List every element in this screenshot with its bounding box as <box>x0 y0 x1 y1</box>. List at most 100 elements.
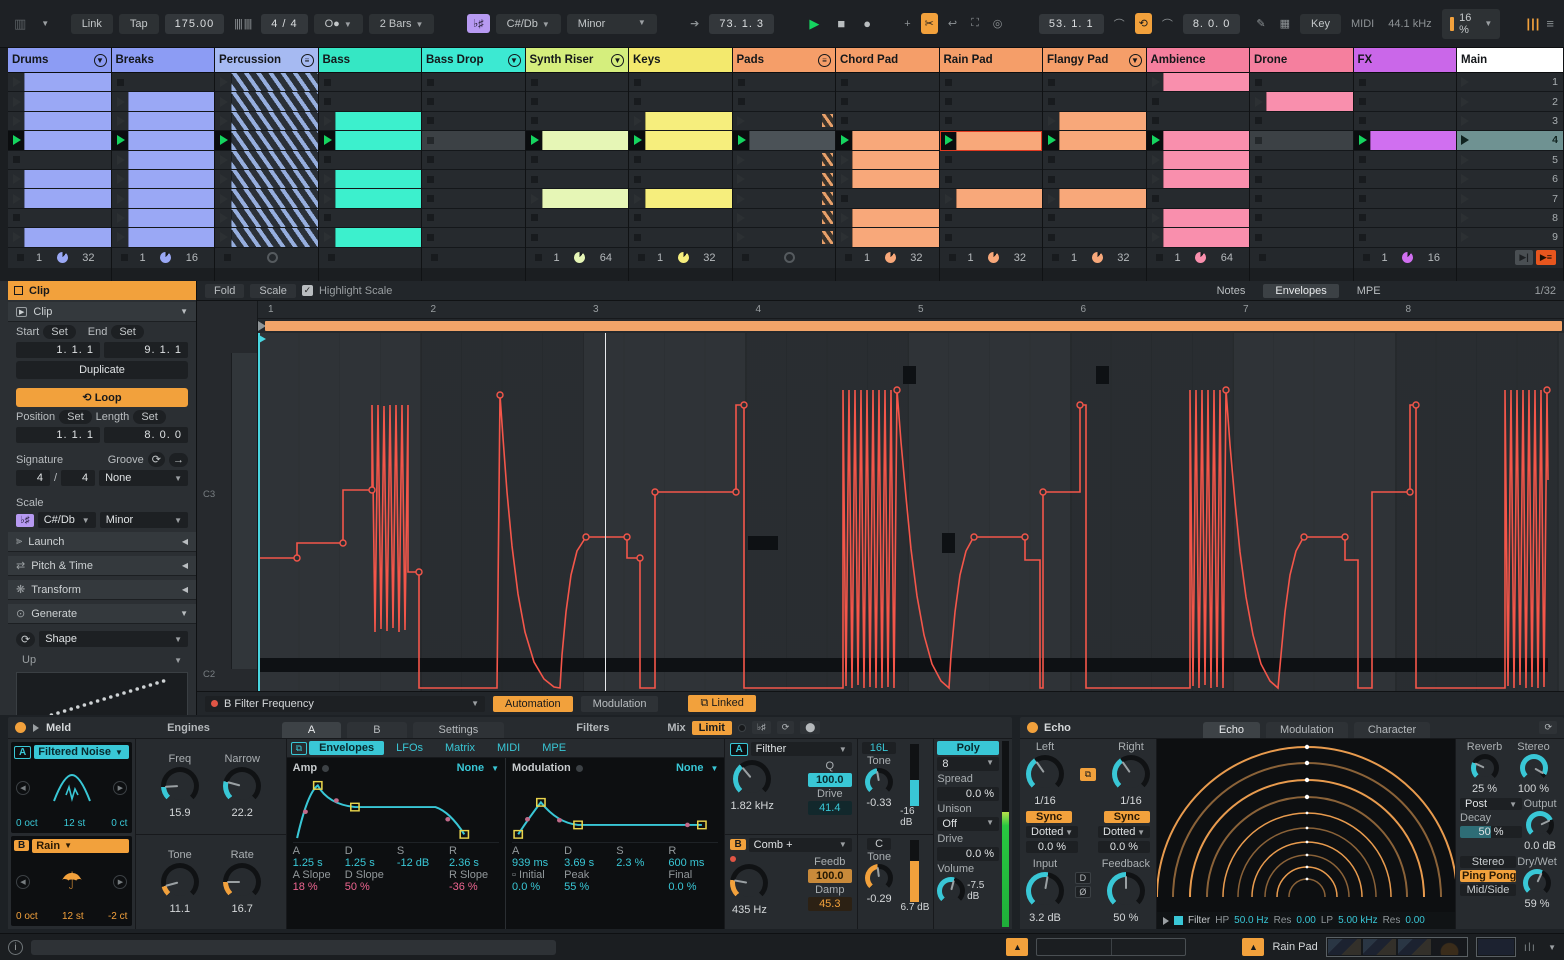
shape-type-menu[interactable]: Up ▼ <box>16 652 188 668</box>
punch-out-icon[interactable]: ⌒ <box>1158 12 1177 36</box>
clip-drums[interactable] <box>8 111 111 132</box>
clip-play-button[interactable] <box>836 228 852 246</box>
tab-envelopes[interactable]: Envelopes <box>1263 283 1339 298</box>
clip-play-button[interactable] <box>1147 209 1163 227</box>
clip-drums[interactable] <box>8 73 111 93</box>
engine-b-badge[interactable]: B <box>14 840 30 851</box>
echo-d-button[interactable]: D <box>1074 872 1091 884</box>
tone-knob[interactable] <box>160 862 199 901</box>
engine-a-octave[interactable]: 0 oct <box>16 818 38 829</box>
clip-breaks[interactable] <box>111 189 214 209</box>
amp-release[interactable]: 2.36 s <box>449 857 499 869</box>
midside-mode-button[interactable]: Mid/Side <box>1460 884 1516 896</box>
clip-slot[interactable] <box>422 189 525 209</box>
clip-slot[interactable] <box>1250 169 1353 190</box>
track-status-drums[interactable]: 1 32 <box>8 247 111 268</box>
clip-percussion[interactable] <box>215 73 318 93</box>
clip-slot[interactable] <box>422 150 525 170</box>
track-status-drone[interactable] <box>1250 247 1353 268</box>
clip-activator-checkbox[interactable] <box>14 286 23 295</box>
clip-play-button[interactable] <box>1147 73 1163 91</box>
computer-midi-keyboard-icon[interactable]: ▦ <box>1276 13 1294 34</box>
clip-bass[interactable] <box>318 169 421 190</box>
clip-playing-button[interactable] <box>525 131 542 150</box>
clip-play-button[interactable] <box>112 151 128 169</box>
clip-slot[interactable] <box>836 189 939 209</box>
mod-env-mode-menu[interactable]: None ▼ <box>676 762 718 774</box>
tab-engine-b[interactable]: B <box>347 722 407 738</box>
clip-rain-pad[interactable] <box>939 189 1042 209</box>
engine-b-cents[interactable]: -2 ct <box>108 911 127 922</box>
session-record-icon[interactable]: ⛶ <box>967 13 983 34</box>
clip-slot[interactable] <box>1353 228 1456 248</box>
echo-right-sync-button[interactable]: Sync <box>1103 811 1150 823</box>
filter-a-q-field[interactable]: 100.0 <box>807 773 852 787</box>
panel-selector-well[interactable] <box>1036 938 1187 956</box>
rate-knob[interactable] <box>223 862 262 901</box>
clip-slot[interactable] <box>939 208 1042 229</box>
mod-sustain[interactable]: 2.3 % <box>616 857 666 869</box>
subtab-midi[interactable]: MIDI <box>487 741 530 755</box>
clip-bass[interactable] <box>318 189 421 209</box>
fold-strip[interactable] <box>231 353 257 669</box>
subtab-envelopes[interactable]: Envelopes <box>309 741 385 755</box>
filter-a-type-menu[interactable]: Filther ▼ <box>750 742 852 756</box>
clip-percussion[interactable] <box>215 150 318 170</box>
clip-playing-button[interactable] <box>1146 131 1163 150</box>
scene-slot-7[interactable]: 7 <box>1457 189 1563 209</box>
clip-percussion[interactable] <box>215 169 318 190</box>
loop-length-field[interactable]: 8. 0. 0 <box>104 427 188 443</box>
show-device-panel-button[interactable]: ▲ <box>1242 938 1265 956</box>
clip-slot[interactable] <box>629 150 732 170</box>
clip-play-button[interactable] <box>8 112 24 130</box>
follow-button[interactable]: ➔ <box>686 13 703 34</box>
commit-groove-icon[interactable]: ⟳ <box>147 452 165 467</box>
clip-play-button[interactable] <box>8 73 24 91</box>
track-header-drone[interactable]: Drone <box>1250 48 1353 73</box>
clip-slot[interactable] <box>422 131 525 151</box>
env-link-icon[interactable]: ⧉ <box>290 741 308 755</box>
engine-a-semitones[interactable]: 12 st <box>64 818 86 829</box>
echo-left-offset-field[interactable]: 0.0 % <box>1026 841 1078 853</box>
clip-play-button[interactable] <box>1147 151 1163 169</box>
loop-toggle-button[interactable]: ⟲ <box>1134 13 1152 34</box>
tab-engine-a[interactable]: A <box>281 722 342 738</box>
clip-slot[interactable] <box>422 111 525 132</box>
scale-fold-button[interactable]: Scale <box>250 283 296 298</box>
clip-slot[interactable] <box>525 208 628 229</box>
tempo-field[interactable]: 175.00 <box>164 13 225 34</box>
clip-slot[interactable] <box>1043 169 1146 190</box>
echo-right-knob[interactable] <box>1112 755 1150 793</box>
filter-on-checkbox[interactable] <box>1174 916 1183 925</box>
clip-slot[interactable] <box>422 208 525 229</box>
arrangement-position-field[interactable]: 73. 1. 3 <box>709 13 775 34</box>
track-header-fx[interactable]: FX <box>1353 48 1456 73</box>
lock-icon[interactable]: ⬤ <box>800 721 821 734</box>
clip-slot[interactable] <box>422 228 525 248</box>
clip-playing-button[interactable] <box>8 131 24 150</box>
track-header-flangy-pad[interactable]: Flangy Pad ▼ <box>1043 48 1146 73</box>
clip-play-button[interactable] <box>1043 189 1059 207</box>
automation-parameter-menu[interactable]: B Filter Frequency ▼ <box>205 695 485 712</box>
clip-playing-button[interactable] <box>939 131 956 150</box>
metronome-icon[interactable]: |||| |||| <box>230 14 255 34</box>
track-status-keys[interactable]: 1 32 <box>629 247 732 268</box>
key-signature-icon[interactable]: ♭♯ <box>466 14 490 33</box>
voice-mode-button[interactable]: Poly <box>937 741 1000 755</box>
track-header-bass[interactable]: Bass <box>318 48 421 73</box>
meld-fold-icon[interactable] <box>33 723 39 732</box>
echo-tunnel-display[interactable] <box>1157 739 1455 912</box>
clip-slot[interactable] <box>1353 111 1456 132</box>
loop-brace[interactable] <box>265 321 1562 331</box>
loop-region[interactable] <box>258 319 1564 333</box>
amp-release-slope[interactable]: -36 % <box>449 881 499 893</box>
automation-arm-button[interactable]: ✂︎ <box>920 13 938 34</box>
clip-ambience[interactable] <box>1146 228 1249 248</box>
clip-slot[interactable] <box>629 228 732 248</box>
mix-a-route-field[interactable]: 16L <box>861 742 897 754</box>
scene-slot-6[interactable]: 6 <box>1457 169 1563 190</box>
clip-end-field[interactable]: 9. 1. 1 <box>104 342 188 358</box>
clip-slot[interactable] <box>525 73 628 93</box>
set-position-button[interactable]: Set <box>59 410 92 424</box>
scale-name-menu[interactable]: Minor ▼ <box>99 512 188 528</box>
